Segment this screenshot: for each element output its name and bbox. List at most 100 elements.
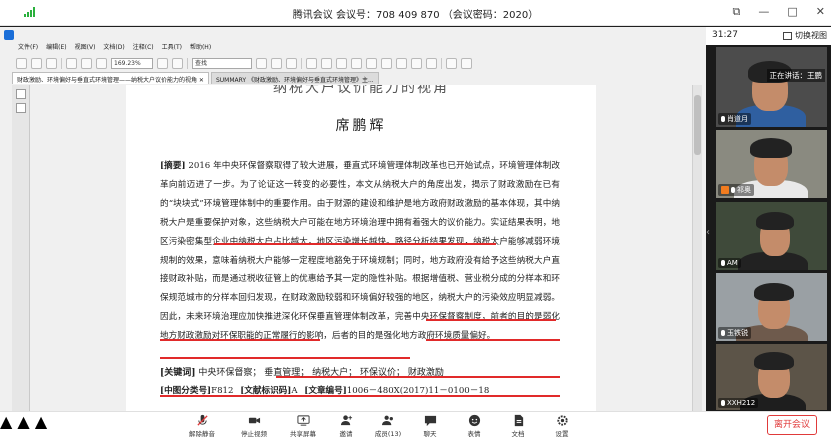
classification-line: [中图分类号]F812 [文献标识码]A [文章编号]1006－480X(201… [160, 384, 489, 396]
menu-file[interactable]: 文件(F) [18, 42, 38, 54]
participant-tile[interactable]: 祁奥 [716, 130, 827, 198]
documents-button[interactable]: 文档 [496, 414, 540, 438]
underline-annotation[interactable] [214, 243, 496, 245]
close-button[interactable]: ✕ [816, 5, 825, 19]
menu-view[interactable]: 视图(V) [75, 42, 96, 54]
underline-annotation[interactable] [160, 357, 410, 359]
fit-page-icon[interactable] [96, 57, 107, 69]
add-person-icon [340, 415, 352, 426]
smiley-icon [468, 414, 480, 427]
mic-icon [731, 187, 735, 193]
participant-name-bar: 肖道月 [718, 113, 751, 125]
attach-icon[interactable] [461, 57, 472, 69]
chat-button[interactable]: 聊天 [408, 414, 452, 438]
participant-tile[interactable]: 正在讲话：王鹏 肖道月 [716, 47, 827, 127]
next-page-icon[interactable] [172, 57, 183, 69]
search-field[interactable]: 查找 [192, 57, 252, 69]
eraser-icon[interactable] [426, 57, 437, 69]
open-icon[interactable] [16, 57, 27, 69]
underline-annotation[interactable] [426, 319, 556, 321]
bookmarks-icon[interactable] [15, 103, 26, 113]
minimize-button[interactable]: — [758, 5, 769, 19]
stamp-icon[interactable] [446, 57, 457, 69]
members-button[interactable]: 成员(13) [366, 414, 410, 438]
chat-icon [424, 415, 436, 427]
toolbar-divider [187, 57, 188, 69]
share-screen-button[interactable]: 共享屏幕 [281, 414, 325, 438]
paper-title: 纳税大户议价能力的视角 [273, 85, 449, 95]
collapse-panel-icon[interactable]: ‹ [706, 227, 714, 238]
participant-name-bar: AM [718, 258, 741, 268]
leave-meeting-button[interactable]: 离开会议 [767, 415, 817, 435]
participant-tile[interactable]: AM [716, 202, 827, 270]
menu-tools[interactable]: 工具(T) [162, 42, 182, 54]
pin-icon[interactable]: ⧉ [733, 5, 741, 19]
tab-summary[interactable]: SUMMARY 《财政激励、环境偏好与垂直式环境管理》主... [210, 72, 379, 84]
share-screen-icon [296, 415, 310, 426]
select-icon[interactable] [256, 57, 267, 69]
pdf-page: 纳税大户议价能力的视角 席鹏辉 [摘要] 2016 年中央环保督察取得了较大进展… [126, 85, 596, 411]
reactions-button[interactable]: 表情 [452, 414, 496, 438]
paper-abstract: [摘要] 2016 年中央环保督察取得了较大进展，垂直式环境管理体制改革也已开始… [160, 157, 560, 346]
participant-name: 肖道月 [727, 115, 748, 123]
hand-icon[interactable] [271, 57, 282, 69]
zoom-in-icon[interactable] [66, 57, 77, 69]
mic-icon [721, 260, 725, 266]
participant-name: 祁奥 [737, 186, 751, 194]
title-bar: 腾讯会议 会议号：708 409 870 （会议密码：2020） ⧉ — □ ✕ [0, 0, 831, 26]
participant-tile[interactable]: 玉铁锐 [716, 273, 827, 341]
mic-muted-icon [196, 414, 208, 426]
tab-main-paper[interactable]: 财政激励、环境偏好与垂直式环境管理——纳税大户议价能力的视角 ✕ [12, 72, 209, 84]
unmute-button[interactable]: 解除静音 [180, 414, 224, 438]
print-icon[interactable] [46, 57, 57, 69]
abstract-label: [摘要] [160, 161, 186, 171]
zoom-out-icon[interactable] [81, 57, 92, 69]
stop-video-button[interactable]: 停止视频 [232, 414, 276, 438]
underline-annotation[interactable] [160, 339, 320, 341]
vertical-scrollbar[interactable] [692, 85, 702, 411]
highlight-icon[interactable] [321, 57, 332, 69]
underline-icon[interactable] [336, 57, 347, 69]
zoom-level-field[interactable]: 169.23% [111, 57, 153, 69]
settings-button[interactable]: 设置 [540, 414, 584, 438]
video-camera-icon [248, 417, 260, 424]
participant-panel: 31:27 切换视图 ‹ 正在讲话：王鹏 肖道月 祁奥 AM 玉铁锐 XXH21… [706, 27, 831, 411]
maximize-button[interactable]: □ [787, 5, 797, 19]
mic-options-chevron-icon[interactable]: ▲ [0, 412, 12, 431]
participant-name-bar: 祁奥 [718, 184, 754, 196]
video-options-chevron-icon[interactable]: ▲ [17, 412, 29, 431]
thumbnails-icon[interactable] [15, 89, 26, 99]
mic-icon [721, 400, 725, 406]
menu-help[interactable]: 帮助(H) [190, 42, 211, 54]
toolbar-divider [301, 57, 302, 69]
save-icon[interactable] [31, 57, 42, 69]
pencil-icon[interactable] [411, 57, 422, 69]
menu-edit[interactable]: 编辑(E) [46, 42, 66, 54]
scrollbar-thumb[interactable] [694, 95, 701, 155]
article-no-value: 1006－480X(2017)11－0100－18 [346, 386, 490, 396]
snapshot-icon[interactable] [286, 57, 297, 69]
line-icon[interactable] [366, 57, 377, 69]
keywords-text: 中央环保督察； 垂直管理； 纳税大户； 环保议价； 财政激励 [198, 368, 444, 378]
rectangle-icon[interactable] [381, 57, 392, 69]
menu-annotation[interactable]: 注释(C) [133, 42, 154, 54]
toolbar-divider [61, 57, 62, 69]
security-shield-icon[interactable] [4, 30, 14, 40]
participant-tile[interactable]: XXH212 [716, 344, 827, 410]
invite-button[interactable]: 邀请 [324, 414, 368, 438]
prev-page-icon[interactable] [157, 57, 168, 69]
share-options-chevron-icon[interactable]: ▲ [35, 412, 47, 431]
ellipse-icon[interactable] [396, 57, 407, 69]
menu-document[interactable]: 文档(D) [103, 42, 124, 54]
strikeout-icon[interactable] [351, 57, 362, 69]
note-icon[interactable] [306, 57, 317, 69]
speaking-indicator: 正在讲话：王鹏 [766, 69, 825, 82]
mic-icon [721, 330, 725, 336]
meeting-timer: 31:27 [712, 30, 738, 40]
switch-view-button[interactable]: 切换视图 [783, 30, 827, 41]
participant-name: XXH212 [727, 399, 756, 407]
gear-icon [556, 415, 568, 426]
underline-annotation[interactable] [426, 339, 560, 341]
participant-name: AM [727, 259, 738, 267]
document-tabs: 财政激励、环境偏好与垂直式环境管理——纳税大户议价能力的视角 ✕ SUMMARY… [12, 72, 702, 84]
